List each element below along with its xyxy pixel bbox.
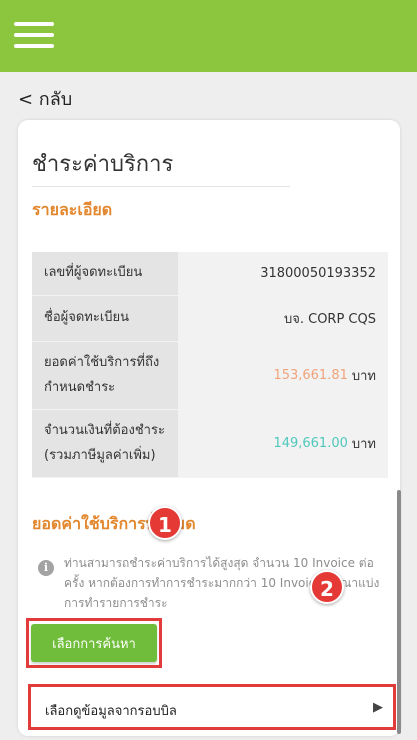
- due-amount: 153,661.81: [273, 368, 348, 383]
- payable-amount-label: จำนวนเงินที่ต้องชำระ (รวมภาษีมูลค่าเพิ่ม…: [32, 410, 178, 477]
- hamburger-menu-icon[interactable]: [14, 22, 54, 50]
- search-button-highlight: เลือกการค้นหา: [26, 618, 162, 668]
- payable-amount-value: 149,661.00 บาท: [178, 410, 388, 477]
- top-app-bar: [0, 0, 417, 72]
- registrant-id-value: 31800050193352: [178, 252, 388, 295]
- step-marker-2: 2: [310, 570, 344, 604]
- step-marker-1: 1: [148, 506, 182, 540]
- table-row: จำนวนเงินที่ต้องชำระ (รวมภาษีมูลค่าเพิ่ม…: [32, 410, 388, 478]
- info-icon: i: [38, 560, 54, 576]
- select-search-button[interactable]: เลือกการค้นหา: [31, 624, 157, 662]
- due-amount-value: 153,661.81 บาท: [178, 342, 388, 409]
- title-divider: [32, 186, 290, 187]
- details-table: เลขที่ผู้จดทะเบียน 31800050193352 ชื่อผู…: [32, 252, 388, 478]
- table-row: เลขที่ผู้จดทะเบียน 31800050193352: [32, 252, 388, 296]
- chevron-right-icon: ▶: [373, 700, 383, 715]
- table-row: ยอดค่าใช้บริการที่ถึงกำหนดชำระ 153,661.8…: [32, 342, 388, 410]
- scrollbar[interactable]: [397, 490, 401, 734]
- registrant-name-value: บจ. CORP CQS: [178, 296, 388, 341]
- back-link[interactable]: < กลับ: [18, 84, 72, 113]
- due-amount-label: ยอดค่าใช้บริการที่ถึงกำหนดชำระ: [32, 342, 178, 409]
- payable-amount-unit: บาท: [351, 437, 376, 452]
- due-amount-unit: บาท: [351, 369, 376, 384]
- page-title: ชำระค่าบริการ: [32, 152, 174, 177]
- registrant-id-label: เลขที่ผู้จดทะเบียน: [32, 252, 178, 295]
- bill-cycle-label: เลือกดูข้อมูลจากรอบบิล: [45, 704, 177, 719]
- table-row: ชื่อผู้จดทะเบียน บจ. CORP CQS: [32, 296, 388, 342]
- registrant-name-label: ชื่อผู้จดทะเบียน: [32, 296, 178, 341]
- details-heading: รายละเอียด: [32, 200, 113, 219]
- bill-cycle-option[interactable]: เลือกดูข้อมูลจากรอบบิล ▶: [28, 684, 396, 730]
- payment-card: ชำระค่าบริการ รายละเอียด เลขที่ผู้จดทะเบ…: [18, 120, 400, 736]
- payable-amount: 149,661.00: [273, 436, 348, 451]
- back-nav-bar: < กลับ: [0, 72, 417, 120]
